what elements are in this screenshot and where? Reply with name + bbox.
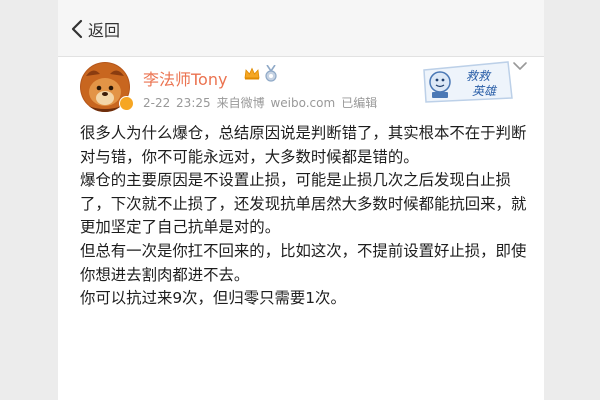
- post-paragraph: 爆仓的主要原因是不设置止损，可能是止损几次之后发现白止损了，下次就不止损了，还发…: [80, 171, 527, 237]
- post-source: 来自微博 weibo.com: [216, 96, 336, 110]
- back-button[interactable]: 返回: [70, 16, 120, 42]
- post-paragraph: 很多人为什么爆仓，总结原因说是判断错了，其实根本不在于判断对与错，你不可能永远对…: [80, 124, 527, 166]
- crown-vip-icon: [244, 67, 260, 80]
- post-edited-flag: 已编辑: [341, 96, 378, 110]
- verified-badge-icon: [119, 96, 134, 111]
- top-navigation-bar: 返回: [58, 0, 544, 57]
- post-meta: 2-22 23:25 来自微博 weibo.com 已编辑: [143, 94, 383, 111]
- post-body: 很多人为什么爆仓，总结原因说是判断错了，其实根本不在于判断对与错，你不可能永远对…: [80, 122, 532, 311]
- weibo-post-screen: 返回 李法师Tony 2-22 23:25 来自微博 weibo.com 已编辑: [58, 0, 544, 400]
- medal-icon: [265, 65, 277, 82]
- hero-badge-line-1: 救救: [466, 69, 492, 83]
- author-name[interactable]: 李法师Tony: [143, 66, 227, 90]
- hero-badge-icon: 救救 英雄: [423, 61, 513, 103]
- chevron-left-icon: [71, 19, 83, 39]
- post-paragraph: 你可以抗过来9次，但归零只需要1次。: [80, 289, 346, 308]
- post-time: 2-22 23:25: [143, 96, 211, 110]
- hero-badge-line-2: 英雄: [472, 84, 498, 98]
- back-label: 返回: [88, 21, 121, 40]
- post-paragraph: 但总有一次是你扛不回来的，比如这次，不提前设置好止损，即使你想进去割肉都进不去。: [80, 241, 527, 284]
- chevron-down-icon[interactable]: [512, 60, 528, 72]
